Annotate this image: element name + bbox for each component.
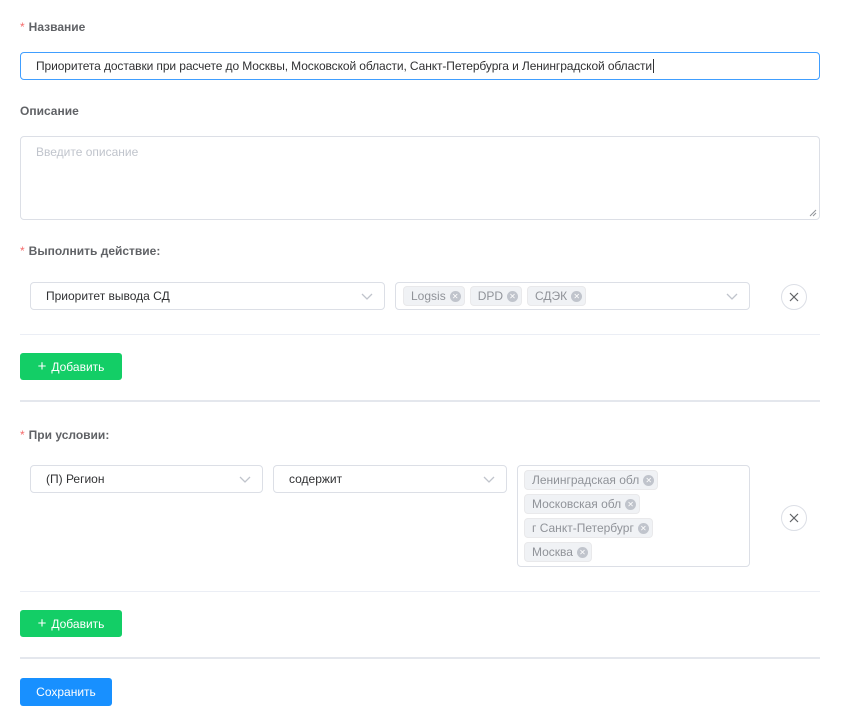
region-tag-label: г Санкт-Петербург bbox=[532, 521, 634, 535]
add-action-button[interactable]: + Добавить bbox=[20, 353, 122, 380]
condition-operator-value: содержит bbox=[289, 472, 343, 486]
action-type-value: Приоритет вывода СД bbox=[46, 289, 170, 303]
close-small-icon[interactable]: ✕ bbox=[449, 290, 461, 302]
divider bbox=[20, 591, 820, 592]
add-condition-button[interactable]: + Добавить bbox=[20, 610, 122, 637]
close-small-icon[interactable]: ✕ bbox=[637, 522, 649, 534]
plus-icon: + bbox=[37, 614, 47, 632]
carrier-tag-label: DPD bbox=[477, 289, 504, 303]
remove-action-button[interactable] bbox=[781, 284, 807, 310]
close-small-icon[interactable]: ✕ bbox=[507, 290, 519, 302]
close-small-icon[interactable]: ✕ bbox=[643, 474, 655, 486]
carrier-tag-label: СДЭК bbox=[535, 289, 568, 303]
close-small-icon[interactable]: ✕ bbox=[571, 290, 583, 302]
save-button[interactable]: Сохранить bbox=[20, 678, 112, 706]
carrier-tag: Logsis ✕ bbox=[403, 286, 465, 306]
description-placeholder: Введите описание bbox=[36, 145, 139, 159]
chevron-down-icon bbox=[360, 289, 374, 303]
required-mark: * bbox=[20, 244, 25, 258]
close-icon bbox=[789, 292, 799, 302]
remove-condition-button[interactable] bbox=[781, 505, 807, 531]
resize-handle-icon[interactable] bbox=[809, 209, 817, 217]
action-label-text: Выполнить действие: bbox=[28, 244, 161, 258]
add-condition-label: Добавить bbox=[51, 616, 105, 631]
carrier-multiselect[interactable]: Logsis ✕ DPD ✕ СДЭК ✕ bbox=[395, 282, 750, 310]
chevron-down-icon bbox=[238, 472, 252, 486]
name-label: * Название bbox=[20, 20, 85, 34]
chevron-down-icon bbox=[482, 472, 496, 486]
chevron-down-icon bbox=[725, 289, 739, 303]
name-input-value: Приоритета доставки при расчете до Москв… bbox=[36, 59, 653, 73]
region-tag-label: Ленинградская обл bbox=[532, 473, 640, 487]
carrier-tag: DPD ✕ bbox=[469, 286, 523, 306]
region-tag-label: Московская обл bbox=[532, 497, 622, 511]
close-icon bbox=[789, 513, 799, 523]
region-tag: г Санкт-Петербург ✕ bbox=[524, 518, 653, 538]
condition-operator-select[interactable]: содержит bbox=[273, 465, 507, 493]
region-multiselect[interactable]: Ленинградская обл ✕ Московская обл ✕ г Сан… bbox=[517, 465, 750, 567]
text-caret bbox=[653, 59, 655, 73]
section-divider bbox=[20, 657, 820, 659]
condition-field-value: (П) Регион bbox=[46, 472, 105, 486]
carrier-tag: СДЭК ✕ bbox=[527, 286, 587, 306]
section-divider bbox=[20, 400, 820, 402]
condition-field-select[interactable]: (П) Регион bbox=[30, 465, 263, 493]
action-type-select[interactable]: Приоритет вывода СД bbox=[30, 282, 385, 310]
condition-label: * При условии: bbox=[20, 428, 109, 442]
close-small-icon[interactable]: ✕ bbox=[625, 498, 637, 510]
add-action-label: Добавить bbox=[51, 359, 105, 374]
required-mark: * bbox=[20, 20, 25, 34]
name-label-text: Название bbox=[28, 20, 86, 34]
region-tag: Ленинградская обл ✕ bbox=[524, 470, 659, 490]
divider bbox=[20, 334, 820, 335]
plus-icon: + bbox=[37, 357, 47, 375]
description-textarea[interactable]: Введите описание bbox=[20, 136, 820, 220]
region-tag: Москва ✕ bbox=[524, 542, 592, 562]
region-tag: Московская обл ✕ bbox=[524, 494, 641, 514]
required-mark: * bbox=[20, 428, 25, 442]
action-label: * Выполнить действие: bbox=[20, 244, 160, 258]
description-label: Описание bbox=[20, 104, 79, 118]
carrier-tag-label: Logsis bbox=[411, 289, 446, 303]
region-tag-label: Москва bbox=[532, 545, 573, 559]
condition-label-text: При условии: bbox=[28, 428, 110, 442]
close-small-icon[interactable]: ✕ bbox=[576, 546, 588, 558]
name-input[interactable]: Приоритета доставки при расчете до Москв… bbox=[20, 52, 820, 80]
